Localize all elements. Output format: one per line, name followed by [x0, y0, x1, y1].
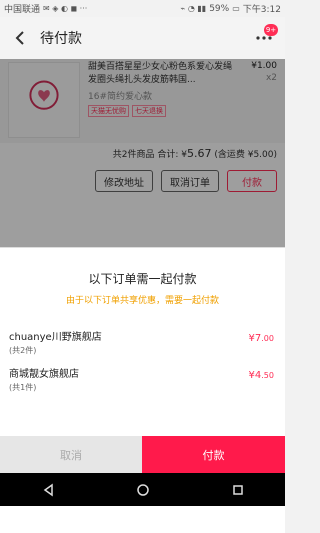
battery-text: 59% — [209, 3, 230, 14]
store-count: (共1件) — [9, 383, 37, 392]
sheet-title: 以下订单需一起付款 — [88, 272, 197, 286]
nav-back-icon[interactable] — [35, 480, 61, 500]
clock-text: 下午3:12 — [242, 5, 281, 15]
more-icon[interactable]: 9+ — [253, 24, 278, 49]
status-right: ⌁ ◔ ▮▮ 59% ▭ 下午3:12 — [180, 2, 281, 16]
store-count: (共2件) — [9, 346, 37, 355]
store-name: chuanye川野旗舰店 — [9, 332, 102, 343]
system-nav-bar — [0, 473, 285, 506]
store-name: 商城靓女旗舰店 — [9, 369, 79, 380]
page-title: 待付款 — [40, 31, 82, 47]
back-arrow-icon[interactable] — [10, 28, 30, 48]
store-item: 商城靓女旗舰店 (共1件) ¥4.50 — [9, 365, 274, 395]
sheet-footer: 取消 付款 — [0, 436, 285, 473]
pay-button[interactable]: 付款 — [142, 436, 285, 473]
store-price: ¥4.50 — [249, 370, 274, 381]
nav-home-icon[interactable] — [130, 480, 156, 500]
battery-icon: ▭ — [232, 3, 240, 13]
status-bar: 中国联通 ✉ ◈ ◐ ◼ ··· ⌁ ◔ ▮▮ 59% ▭ 下午3:12 — [0, 0, 285, 17]
message-badge: 9+ — [264, 24, 278, 36]
store-price: ¥7.00 — [249, 333, 274, 344]
notification-icons: ✉ ◈ ◐ ◼ ··· — [43, 3, 88, 13]
nav-recent-icon[interactable] — [225, 480, 251, 500]
store-price-decimal: .00 — [261, 334, 274, 343]
cancel-button[interactable]: 取消 — [0, 436, 142, 473]
sheet-note: 由于以下订单共享优惠，需要一起付款 — [65, 296, 219, 306]
signal-icons: ⌁ ◔ ▮▮ — [180, 3, 207, 13]
carrier-text: 中国联通 — [4, 5, 41, 15]
store-price-decimal: .50 — [261, 371, 274, 380]
status-left: 中国联通 ✉ ◈ ◐ ◼ ··· — [4, 2, 87, 15]
header: 待付款 9+ — [0, 17, 285, 59]
store-item: chuanye川野旗舰店 (共2件) ¥7.00 — [9, 328, 274, 358]
